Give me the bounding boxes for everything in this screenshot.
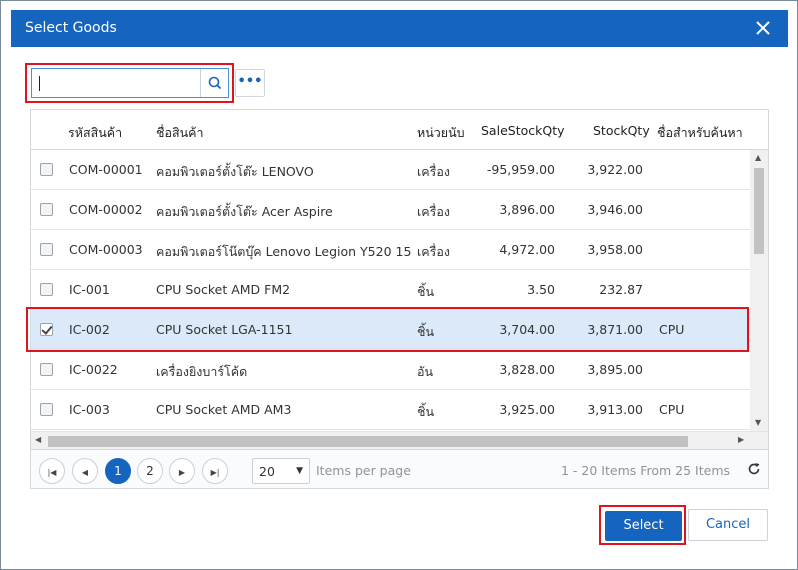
table-row[interactable]: IC-0022 เครื่องยิงบาร์โค้ด อัน 3,828.00 … <box>31 350 751 390</box>
row-checkbox[interactable] <box>40 203 53 216</box>
select-button[interactable]: Select <box>605 511 682 541</box>
column-header-name[interactable]: ชื่อสินค้า <box>156 123 204 143</box>
next-page-icon: ▶ <box>178 468 186 477</box>
items-per-page-label: Items per page <box>316 463 411 478</box>
refresh-icon[interactable] <box>745 460 763 478</box>
page-size-value: 20 <box>259 464 275 479</box>
column-header-stock-qty[interactable]: StockQty <box>593 123 650 138</box>
scroll-down-icon[interactable]: ▼ <box>755 418 761 427</box>
page-size-select[interactable]: 20 ▼ <box>252 458 310 484</box>
cell-name: คอมพิวเตอร์ตั้งโต๊ะ LENOVO <box>156 164 314 179</box>
table-row[interactable]: COM-00003 คอมพิวเตอร์โน๊ตบุ๊ค Lenovo Leg… <box>31 230 751 270</box>
dialog-title: Select Goods <box>25 20 117 36</box>
cell-unit: ชิ้น <box>417 284 435 299</box>
dialog-titlebar: Select Goods <box>11 10 788 47</box>
cell-sale-qty: 3,828.00 <box>499 362 555 377</box>
pager: |◀ ◀ 1 2 ▶ ▶| 20 ▼ Items per page 1 - 20… <box>31 449 768 488</box>
cell-sale-qty: -95,959.00 <box>486 162 555 177</box>
column-header-search-name[interactable]: ชื่อสำหรับค้นหา <box>657 123 743 143</box>
cell-code: IC-003 <box>69 402 110 417</box>
cell-unit: เครื่อง <box>417 164 450 179</box>
table-row[interactable]: IC-001 CPU Socket AMD FM2 ชิ้น 3.50 232.… <box>31 270 751 310</box>
last-page-button[interactable]: ▶| <box>202 458 228 484</box>
row-checkbox[interactable] <box>40 243 53 256</box>
row-checkbox[interactable] <box>40 283 53 296</box>
cell-name: เครื่องยิงบาร์โค้ด <box>156 364 248 379</box>
row-checkbox[interactable] <box>40 363 53 376</box>
cell-code: COM-00003 <box>69 242 143 257</box>
selected-row-highlight <box>26 307 749 352</box>
cell-unit: ชิ้น <box>417 404 435 419</box>
column-header-code[interactable]: รหัสสินค้า <box>68 123 122 143</box>
cell-stock-qty: 3,958.00 <box>587 242 643 257</box>
cell-sale-qty: 3.50 <box>527 282 555 297</box>
cell-stock-qty: 3,946.00 <box>587 202 643 217</box>
cell-unit: เครื่อง <box>417 244 450 259</box>
prev-page-icon: ◀ <box>81 468 89 477</box>
cell-search-name: CPU <box>659 402 685 417</box>
cell-stock-qty: 3,895.00 <box>587 362 643 377</box>
grid-rows: COM-00001 คอมพิวเตอร์ตั้งโต๊ะ LENOVO เคร… <box>31 150 751 430</box>
table-row[interactable]: IC-003 CPU Socket AMD AM3 ชิ้น 3,925.00 … <box>31 390 751 430</box>
more-options-button[interactable]: ••• <box>235 69 265 97</box>
grid-header: รหัสสินค้า ชื่อสินค้า หน่วยนับ SaleStock… <box>31 110 768 150</box>
search-button[interactable] <box>200 69 228 97</box>
cell-code: COM-00001 <box>69 162 143 177</box>
cell-stock-qty: 232.87 <box>599 282 643 297</box>
table-row[interactable]: COM-00002 คอมพิวเตอร์ตั้งโต๊ะ Acer Aspir… <box>31 190 751 230</box>
last-page-icon: ▶| <box>210 468 220 477</box>
horizontal-scroll-thumb[interactable] <box>48 436 688 447</box>
chevron-down-icon: ▼ <box>296 466 303 476</box>
cancel-button[interactable]: Cancel <box>688 509 768 541</box>
cell-name: CPU Socket AMD FM2 <box>156 282 291 297</box>
search-input[interactable] <box>32 69 202 97</box>
first-page-button[interactable]: |◀ <box>39 458 65 484</box>
cell-name: คอมพิวเตอร์ตั้งโต๊ะ Acer Aspire <box>156 204 333 219</box>
cell-name: คอมพิวเตอร์โน๊ตบุ๊ค Lenovo Legion Y520 1… <box>156 244 412 259</box>
cell-stock-qty: 3,922.00 <box>587 162 643 177</box>
cell-code: IC-001 <box>69 282 110 297</box>
text-caret <box>39 76 40 91</box>
first-page-icon: |◀ <box>47 468 57 477</box>
cell-stock-qty: 3,913.00 <box>587 402 643 417</box>
row-checkbox[interactable] <box>40 163 53 176</box>
scroll-up-icon[interactable]: ▲ <box>755 153 761 162</box>
cell-sale-qty: 4,972.00 <box>499 242 555 257</box>
cell-sale-qty: 3,925.00 <box>499 402 555 417</box>
row-checkbox[interactable] <box>40 403 53 416</box>
search-highlight <box>25 63 234 103</box>
cell-unit: เครื่อง <box>417 204 450 219</box>
scroll-right-icon[interactable]: ▶ <box>738 435 744 444</box>
cell-sale-qty: 3,896.00 <box>499 202 555 217</box>
close-icon[interactable] <box>752 17 774 39</box>
search-box <box>31 68 229 98</box>
column-header-unit[interactable]: หน่วยนับ <box>417 123 465 143</box>
column-header-sale-stock-qty[interactable]: SaleStockQty <box>481 123 565 138</box>
vertical-scrollbar[interactable]: ▲ ▼ <box>750 150 768 431</box>
search-icon <box>208 76 222 90</box>
cell-code: IC-0022 <box>69 362 118 377</box>
cell-code: COM-00002 <box>69 202 143 217</box>
select-button-highlight: Select <box>599 505 686 545</box>
page-button-1[interactable]: 1 <box>105 458 131 484</box>
prev-page-button[interactable]: ◀ <box>72 458 98 484</box>
select-goods-dialog: Select Goods ••• รหัสสินค้า ชื่อสินค้า ห… <box>0 0 798 570</box>
horizontal-scrollbar[interactable]: ◀ ▶ <box>31 431 768 449</box>
next-page-button[interactable]: ▶ <box>169 458 195 484</box>
cell-name: CPU Socket AMD AM3 <box>156 402 292 417</box>
scroll-left-icon[interactable]: ◀ <box>35 435 41 444</box>
vertical-scroll-thumb[interactable] <box>754 168 764 254</box>
table-row[interactable]: COM-00001 คอมพิวเตอร์ตั้งโต๊ะ LENOVO เคร… <box>31 150 751 190</box>
goods-grid: รหัสสินค้า ชื่อสินค้า หน่วยนับ SaleStock… <box>30 109 769 489</box>
page-button-2[interactable]: 2 <box>137 458 163 484</box>
pager-info: 1 - 20 Items From 25 Items <box>561 463 731 478</box>
cell-unit: อัน <box>417 364 434 379</box>
